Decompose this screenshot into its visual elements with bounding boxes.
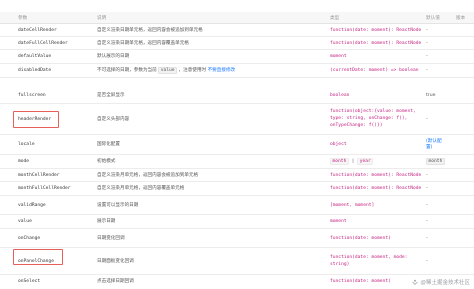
table-row: onChange 日期变化回调 function(date: moment) - [0,229,474,248]
highlight-box-onPanelChange [13,249,63,265]
param-desc: 国际化配置 [97,142,120,147]
param-desc: 自定义渲染月单元格，返回内容覆盖单元格 [97,186,185,191]
param-default: - [426,186,428,191]
table-header-row: 参数 说明 类型 默认值 版本 [0,12,474,24]
param-name: monthCellRender [18,172,60,178]
table-row: defaultValue 默认展示的日期 moment - [0,50,474,64]
param-desc: 初始模式 [97,159,116,164]
param-default: - [426,27,428,33]
table-row: onPanelChange 日期面板变化回调 function(date: mo… [0,248,474,275]
param-name: fullscreen [18,93,46,98]
param-type: object [330,142,347,147]
docs-link[interactable]: 不要直接修改 [208,68,236,73]
param-default: - [426,202,428,208]
header-param: 参数 [18,15,28,20]
param-type: [moment, moment] [330,202,375,208]
type-tag-month: month [330,157,349,165]
param-name: value [18,219,32,224]
param-desc: 设置可以显示的日期 [97,202,139,208]
param-type-line: string) [330,262,350,267]
type-separator: | [351,158,355,164]
param-type: function(date: moment) [330,279,391,284]
header-desc: 说明 [97,15,107,20]
table-row: fullscreen 是否全屏显示 boolean true [0,78,474,104]
table-row: onSelect 点击选择日期回调 function(date: moment)… [0,275,474,289]
param-desc: 日期面板变化回调 [97,258,134,264]
table-row: headerRender 自定义头部内容 function(object:{va… [0,104,474,135]
desc-text: ，注意使用时 [178,68,207,73]
param-desc: 自定义渲染日期单元格，返回内容会被追加到单元格 [97,27,203,33]
header-type: 类型 [330,15,340,20]
param-type: month | year [330,157,374,165]
param-default: - [426,235,428,241]
param-desc: 自定义渲染月单元格，返回内容会被追加到单元格 [97,172,199,178]
type-tag-year: year [357,157,374,165]
param-type: function(date: moment): ReactNode [330,172,422,178]
default-tag: month [426,157,445,165]
param-default: - [426,172,428,178]
param-name: validRange [18,202,46,208]
default-config-link[interactable]: 置) [426,145,432,151]
param-desc: 默认展示的日期 [97,54,130,59]
juejin-logo-icon [412,279,419,285]
param-default: - [426,40,428,46]
param-type: function(date: moment): ReactNode [330,27,422,33]
param-type: moment [330,54,347,59]
param-default: - [426,116,428,122]
param-type-line: function(date: moment, mode: [330,255,408,260]
table-row: locale 国际化配置 object (默认配 置) [0,135,474,155]
param-type: (currentDate: moment) => boolean [330,68,419,73]
default-config-link[interactable]: (默认配 [426,139,442,145]
param-name: dateCellRender [18,27,57,33]
param-name: dateFullCellRender [18,40,68,46]
api-table: 参数 说明 类型 默认值 版本 dateCellRender 自定义渲染日期单元… [0,0,474,289]
param-desc: 是否全屏显示 [97,93,125,98]
param-desc: 自定义渲染日期单元格，返回内容覆盖单元格 [97,40,189,46]
table-row: value 展示日期 moment - [0,215,474,229]
param-default: - [426,219,428,224]
param-type: boolean [330,93,350,98]
param-default: - [426,68,428,73]
param-desc: 自定义头部内容 [97,116,130,122]
table-row: monthFullCellRender 自定义渲染月单元格，返回内容覆盖单元格 … [0,182,474,196]
param-name: mode [18,159,30,164]
param-desc: 点击选择日期回调 [97,279,134,284]
param-default: - [426,258,428,264]
param-name: onSelect [18,279,41,284]
param-name: disabledDate [18,68,52,73]
param-name: onChange [18,235,41,241]
param-type: function(date: moment): ReactNode [330,40,422,46]
table-row: mode 初始模式 month | year month [0,155,474,169]
param-type-line: onTypeChange: f()}) [330,123,383,128]
watermark: @稀土掘金技术社区 [412,278,470,286]
param-type: function(date: moment): ReactNode [330,186,422,191]
table-row: dateCellRender 自定义渲染日期单元格，返回内容会被追加到单元格 f… [0,24,474,37]
param-name: locale [18,142,35,147]
param-desc: 不可选择的日期，参数为当前 value ，注意使用时 不要直接修改 [97,67,236,74]
param-default: true [426,93,436,98]
table-row: validRange 设置可以显示的日期 [moment, moment] - [0,196,474,215]
table-row: disabledDate 不可选择的日期，参数为当前 value ，注意使用时 … [0,64,474,78]
param-type: function(date: moment) [330,235,391,241]
header-default: 默认值 [426,15,440,20]
table-row: dateFullCellRender 自定义渲染日期单元格，返回内容覆盖单元格 … [0,37,474,50]
table-row: monthCellRender 自定义渲染月单元格，返回内容会被追加到单元格 f… [0,169,474,182]
param-name: defaultValue [18,54,52,59]
param-default: - [426,54,428,59]
inline-code: value [158,67,178,74]
param-desc: 日期变化回调 [97,235,125,241]
param-type-line: function(object:{value: moment, [330,109,416,114]
param-type-line: type: string, onChange: f(), [330,116,408,121]
param-default: month [426,157,445,165]
param-type: moment [330,219,347,224]
highlight-box-headerRender [13,111,59,128]
desc-text: 不可选择的日期，参数为当前 [97,68,157,73]
watermark-text: @稀土掘金技术社区 [420,280,470,286]
header-version: 版本 [456,15,466,20]
param-desc: 展示日期 [97,219,116,224]
param-name: monthFullCellRender [18,186,71,191]
